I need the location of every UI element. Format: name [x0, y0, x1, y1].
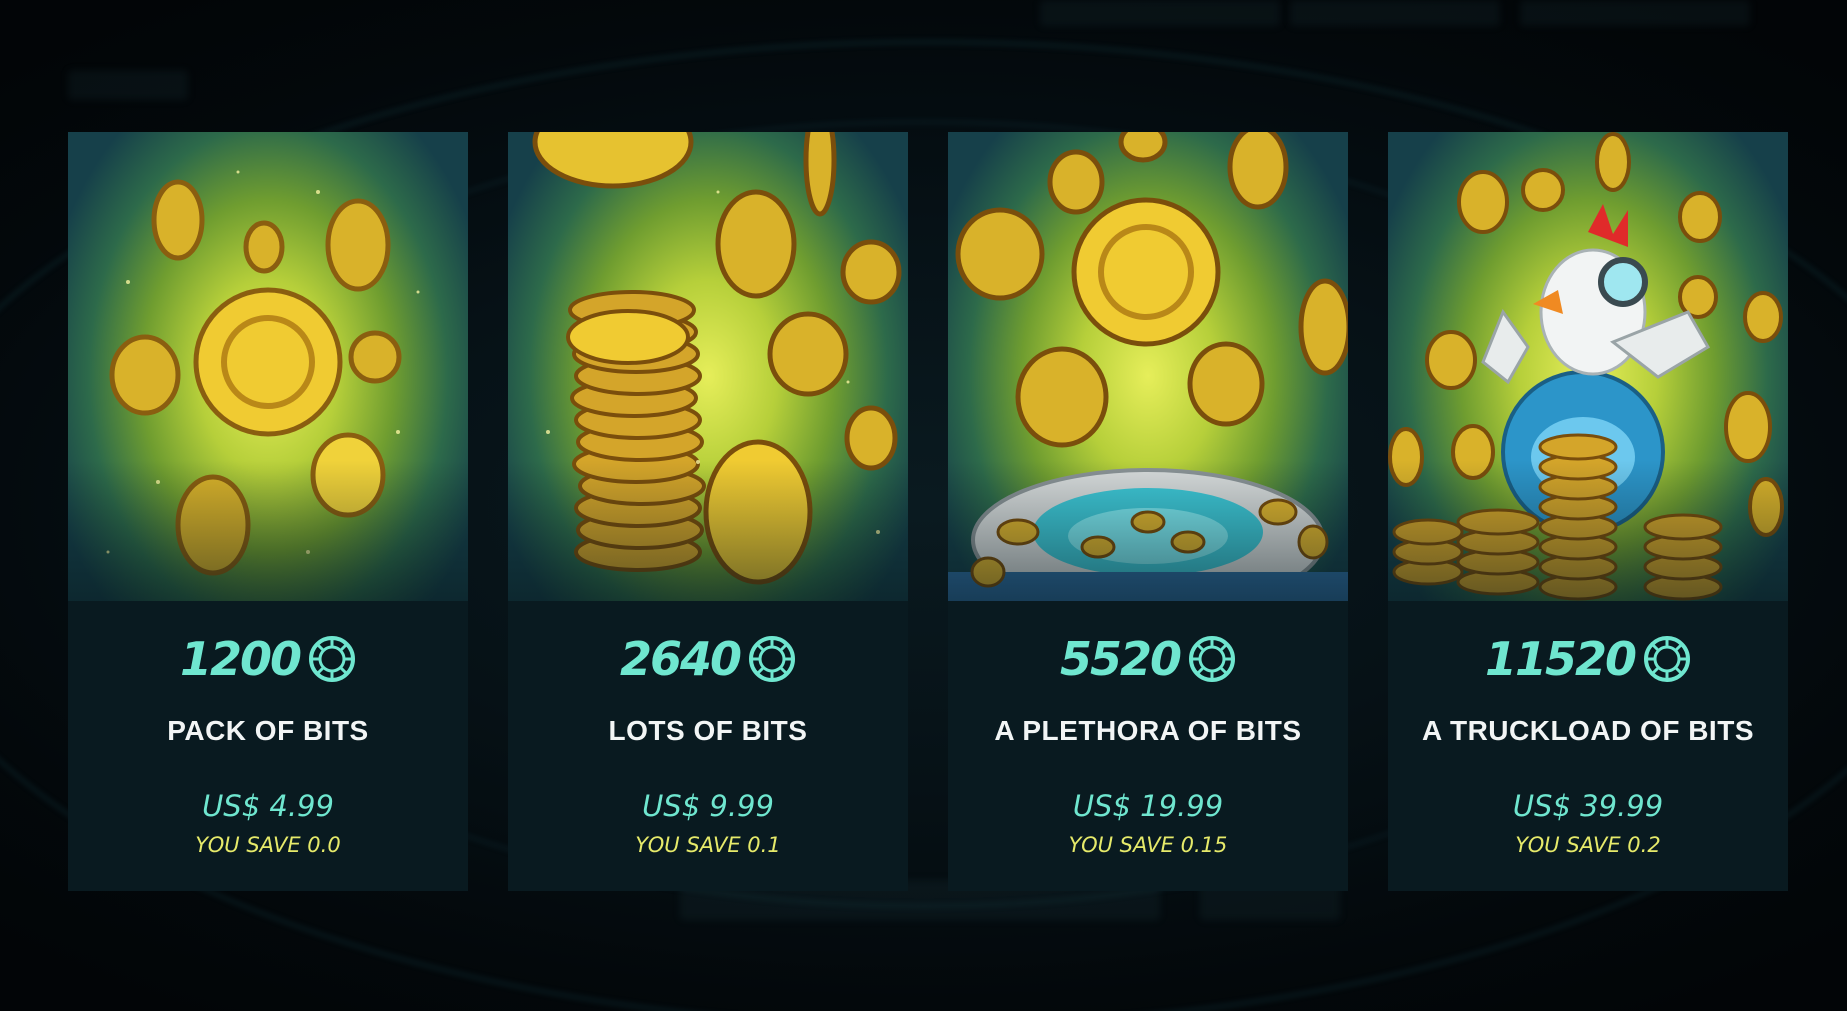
- bits-amount: 2640: [619, 632, 742, 686]
- bits-amount: 11520: [1484, 632, 1637, 686]
- bits-coin-icon: [749, 636, 796, 682]
- bits-amount-row: 11520: [1388, 629, 1788, 689]
- pack-title: PACK OF BITS: [167, 715, 369, 746]
- bits-amount-row: 1200: [68, 629, 468, 689]
- pack-price: US$ 19.99: [1072, 789, 1224, 823]
- a-plethora-of-bits-artwork: [948, 132, 1348, 601]
- background-blurred-tab: [1040, 0, 1280, 26]
- pack-savings: YOU SAVE 0.15: [1068, 833, 1228, 857]
- bits-amount: 1200: [179, 632, 302, 686]
- bits-amount-row: 5520: [948, 629, 1348, 689]
- bits-pack-card[interactable]: 5520 A PLETHORA OF BITS US$ 19.99 YOU SA…: [948, 132, 1348, 891]
- background-blurred-header: [68, 70, 188, 100]
- background-blurred-tab: [1520, 0, 1750, 26]
- pack-title: LOTS OF BITS: [608, 715, 808, 746]
- bits-pack-card[interactable]: 2640 LOTS OF BITS US$ 9.99 YOU SAVE 0.1: [508, 132, 908, 891]
- pack-title: A PLETHORA OF BITS: [994, 715, 1302, 746]
- store-screen: 1200 PACK OF BITS US$ 4.99 YOU SAVE 0.0 …: [0, 0, 1847, 1011]
- bits-coin-icon: [309, 636, 356, 682]
- lots-of-bits-artwork: [508, 132, 908, 601]
- a-truckload-of-bits-artwork: [1388, 132, 1788, 601]
- chicken-coin-piles-image: [1388, 132, 1784, 601]
- bits-amount: 5520: [1059, 632, 1182, 686]
- pack-price: US$ 39.99: [1512, 789, 1664, 823]
- background-blurred-tab: [1290, 0, 1500, 26]
- bits-coin-icon: [1189, 636, 1236, 682]
- coin-stack-image: [532, 132, 902, 585]
- pack-savings: YOU SAVE 0.1: [635, 833, 781, 857]
- pack-savings: YOU SAVE 0.0: [195, 833, 341, 857]
- pack-of-bits-artwork: [68, 132, 468, 601]
- pack-title: A TRUCKLOAD OF BITS: [1422, 715, 1754, 746]
- bits-coin-icon: [1644, 636, 1691, 682]
- bits-amount-row: 2640: [508, 629, 908, 689]
- coin-pod-image: [948, 132, 1348, 601]
- pack-price: US$ 9.99: [642, 789, 774, 823]
- bits-pack-list: 1200 PACK OF BITS US$ 4.99 YOU SAVE 0.0 …: [68, 132, 1788, 892]
- pack-savings: YOU SAVE 0.2: [1515, 833, 1661, 857]
- bits-pack-card[interactable]: 11520 A TRUCKLOAD OF BITS US$ 39.99 YOU …: [1388, 132, 1788, 891]
- bits-pack-card[interactable]: 1200 PACK OF BITS US$ 4.99 YOU SAVE 0.0: [68, 132, 468, 891]
- scattered-coins-image: [106, 170, 420, 576]
- pack-price: US$ 4.99: [202, 789, 334, 823]
